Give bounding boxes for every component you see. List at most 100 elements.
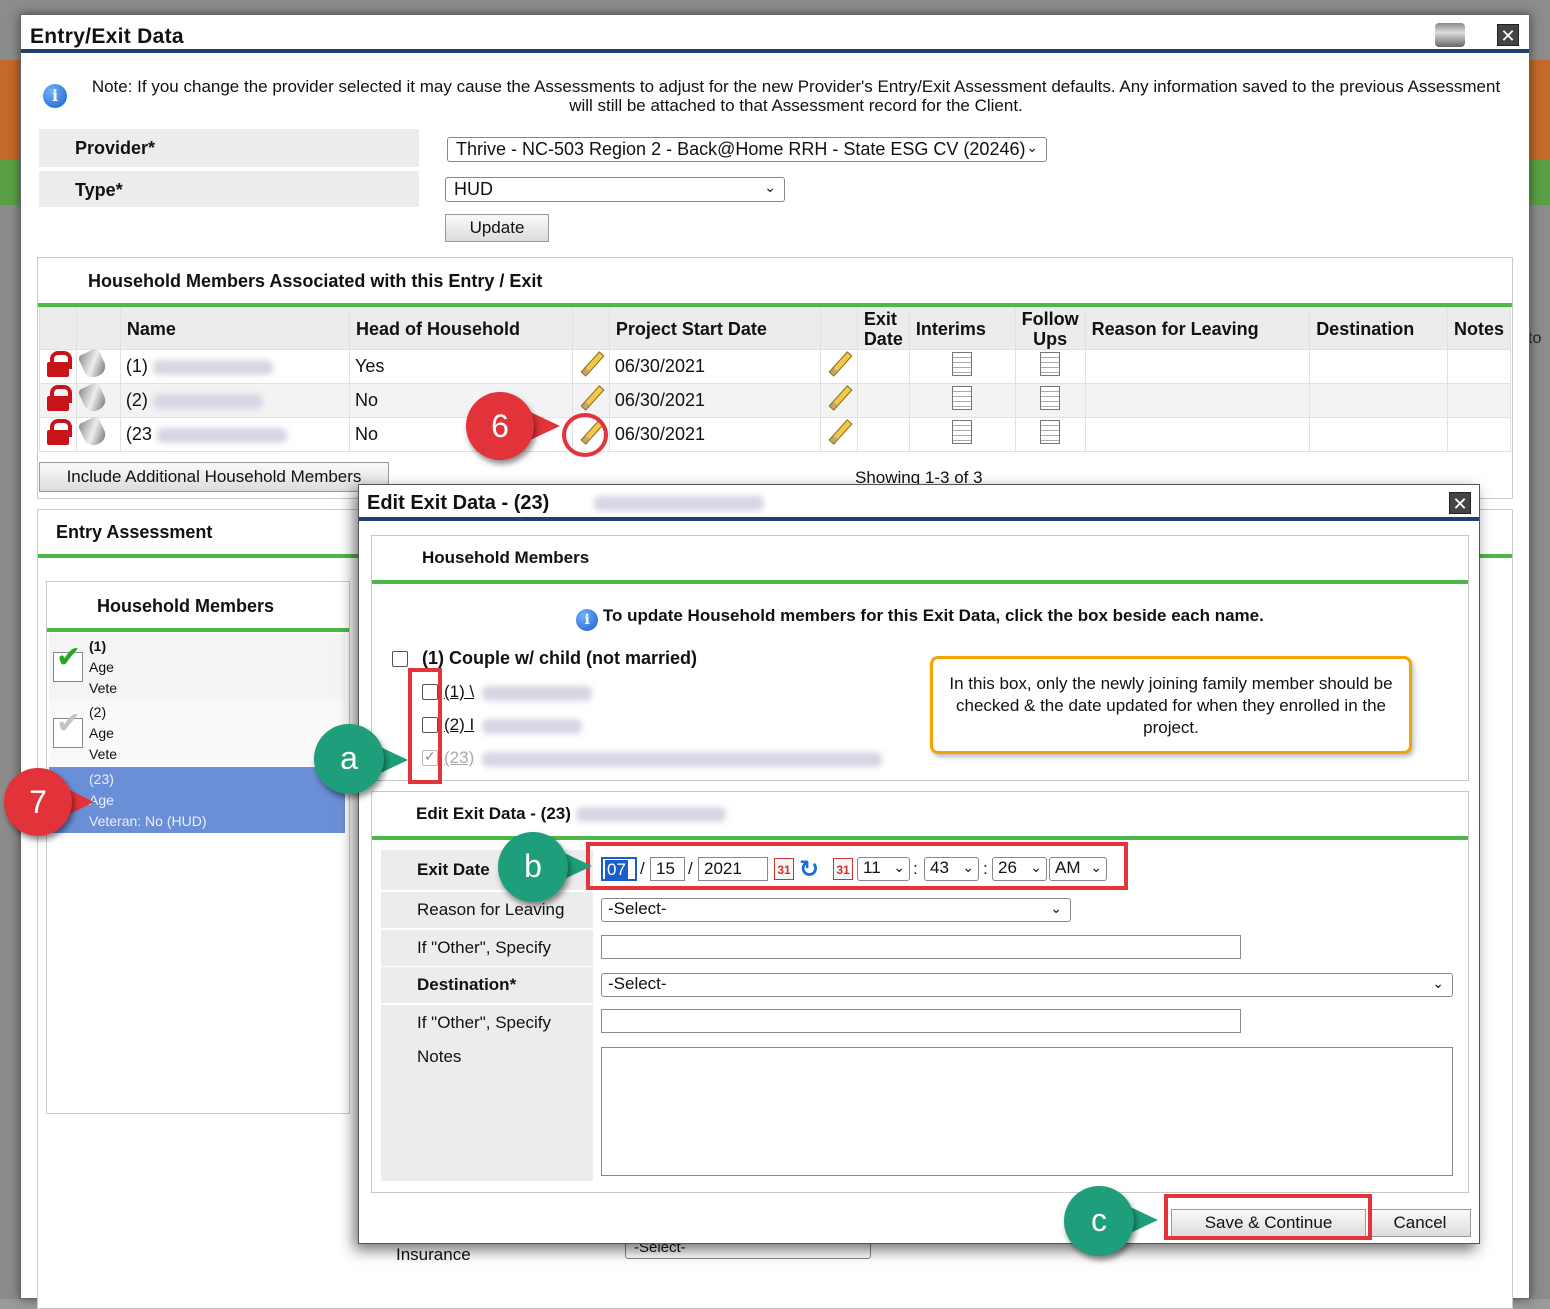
hm-section-title: Household Members bbox=[372, 536, 1468, 584]
member-vet: Vete bbox=[89, 680, 118, 696]
reason-select[interactable]: -Select- ⌄ bbox=[601, 898, 1071, 922]
followups-icon[interactable] bbox=[1040, 420, 1061, 444]
paperclip-icon[interactable] bbox=[77, 381, 109, 415]
provider-select[interactable]: Thrive - NC-503 Region 2 - Back@Home RRH… bbox=[447, 137, 1047, 162]
group-checkbox[interactable] bbox=[392, 651, 408, 667]
followups-icon[interactable] bbox=[1040, 352, 1061, 376]
destination-label: Destination bbox=[417, 975, 510, 994]
redacted-name bbox=[482, 752, 882, 767]
edit-exit-pencil-icon[interactable] bbox=[826, 351, 852, 377]
type-label-cell: Type* bbox=[39, 171, 419, 207]
destination-select[interactable]: -Select- ⌄ bbox=[601, 973, 1453, 997]
hm-side-panel: Household Members (1)AgeVete (2)AgeVete … bbox=[46, 581, 350, 1114]
redacted-name bbox=[156, 427, 287, 443]
destination-label-cell: Destination* bbox=[381, 967, 593, 1003]
col-head: Head of Household bbox=[349, 307, 573, 350]
member-id: (2) bbox=[125, 390, 148, 410]
member-vet: Vete bbox=[89, 746, 118, 762]
col-interims: Interims bbox=[908, 307, 1016, 350]
other2-input[interactable] bbox=[601, 1009, 1241, 1033]
window-title: Entry/Exit Data bbox=[30, 25, 184, 48]
required-mark: * bbox=[115, 180, 123, 200]
edit-start-pencil-icon[interactable] bbox=[578, 385, 604, 411]
edit-start-pencil-icon[interactable] bbox=[578, 351, 604, 377]
list-item[interactable]: (1) Age Vete bbox=[49, 634, 345, 700]
chevron-down-icon: ⌄ bbox=[764, 179, 776, 195]
destination-value: -Select- bbox=[608, 974, 667, 993]
edit-exit-pencil-icon[interactable] bbox=[826, 419, 852, 445]
col-notes: Notes bbox=[1446, 307, 1512, 350]
info-icon: i bbox=[576, 609, 599, 631]
col-start: Project Start Date bbox=[608, 307, 821, 350]
callout-b: b bbox=[498, 832, 568, 902]
info-icon: i bbox=[43, 84, 67, 108]
update-button[interactable]: Update bbox=[445, 214, 549, 242]
chevron-down-icon: ⌄ bbox=[1432, 975, 1444, 991]
cancel-button[interactable]: Cancel bbox=[1369, 1209, 1471, 1237]
type-label: Type bbox=[75, 180, 116, 200]
member-id: (23 bbox=[125, 424, 152, 444]
include-members-button[interactable]: Include Additional Household Members bbox=[39, 462, 389, 492]
member-link[interactable]: (23) bbox=[444, 748, 474, 768]
check-icon[interactable] bbox=[53, 713, 83, 748]
table-row: (2) No 06/30/2021 bbox=[39, 381, 1512, 418]
edit-exit-pencil-icon[interactable] bbox=[826, 385, 852, 411]
close-icon[interactable]: ✕ bbox=[1449, 492, 1471, 514]
other1-input[interactable] bbox=[601, 935, 1241, 959]
col-name: Name bbox=[119, 307, 351, 350]
member-link[interactable]: (2) I bbox=[444, 715, 474, 735]
col-exit: Exit Date bbox=[856, 307, 910, 350]
other2-label: If "Other", Specify bbox=[381, 1005, 593, 1041]
lock-icon[interactable] bbox=[45, 419, 72, 445]
redacted-name bbox=[482, 719, 582, 734]
col-reason: Reason for Leaving bbox=[1084, 307, 1311, 350]
redacted-name bbox=[152, 359, 273, 375]
type-select[interactable]: HUD ⌄ bbox=[445, 177, 785, 202]
member-id: (2) bbox=[89, 704, 107, 720]
callout-7: 7 bbox=[4, 768, 72, 836]
household-table: Name Head of Household Project Start Dat… bbox=[39, 307, 1512, 452]
followups-icon[interactable] bbox=[1040, 386, 1061, 410]
provider-label-cell: Provider* bbox=[39, 129, 419, 167]
col-destination: Destination bbox=[1309, 307, 1448, 350]
interims-icon[interactable] bbox=[952, 386, 973, 410]
window-title-bar: Entry/Exit Data ✕ bbox=[21, 15, 1529, 53]
table-row: (23 No 06/30/2021 bbox=[39, 415, 1512, 452]
lock-icon[interactable] bbox=[45, 351, 72, 377]
notes-textarea[interactable] bbox=[601, 1047, 1453, 1176]
group-label: (1) Couple w/ child (not married) bbox=[422, 648, 698, 668]
close-icon[interactable]: ✕ bbox=[1497, 24, 1519, 46]
edit-exit-section-label: Edit Exit Data - (23) bbox=[416, 804, 571, 823]
notes-label: Notes bbox=[381, 1041, 593, 1181]
provider-value: Thrive - NC-503 Region 2 - Back@Home RRH… bbox=[456, 139, 1026, 159]
household-panel-title: Household Members Associated with this E… bbox=[38, 258, 1512, 307]
start-date: 06/30/2021 bbox=[608, 383, 821, 418]
paperclip-icon[interactable] bbox=[77, 347, 109, 381]
provider-label: Provider bbox=[75, 138, 149, 158]
start-date: 06/30/2021 bbox=[608, 349, 821, 384]
member-id: (1) bbox=[125, 356, 148, 376]
redacted-name bbox=[482, 686, 592, 701]
interims-icon[interactable] bbox=[952, 420, 973, 444]
col-followups: Follow Ups bbox=[1014, 307, 1086, 350]
member-age: Age bbox=[89, 725, 114, 741]
background-text: to bbox=[1528, 330, 1542, 347]
start-date: 06/30/2021 bbox=[608, 417, 821, 452]
interims-icon[interactable] bbox=[952, 352, 973, 376]
provider-note: Note: If you change the provider selecte… bbox=[91, 77, 1501, 115]
check-icon[interactable] bbox=[53, 647, 83, 682]
instruction-text: To update Household members for this Exi… bbox=[602, 606, 1264, 625]
member-id: (1) bbox=[89, 638, 107, 654]
lock-icon[interactable] bbox=[45, 385, 72, 411]
member-link[interactable]: (1) \ bbox=[444, 682, 474, 702]
instruction-row: i To update Household members for this E… bbox=[372, 606, 1468, 631]
redacted-name bbox=[594, 496, 764, 511]
chevron-down-icon: ⌄ bbox=[1050, 900, 1062, 916]
callout-c: c bbox=[1064, 1186, 1134, 1256]
highlight-checkboxes bbox=[408, 668, 442, 784]
paperclip-icon[interactable] bbox=[77, 415, 109, 449]
list-item[interactable]: (2) Age Vete bbox=[49, 700, 345, 766]
reason-value: -Select- bbox=[608, 899, 667, 918]
print-icon[interactable] bbox=[1435, 23, 1465, 47]
callout-6: 6 bbox=[466, 392, 534, 460]
